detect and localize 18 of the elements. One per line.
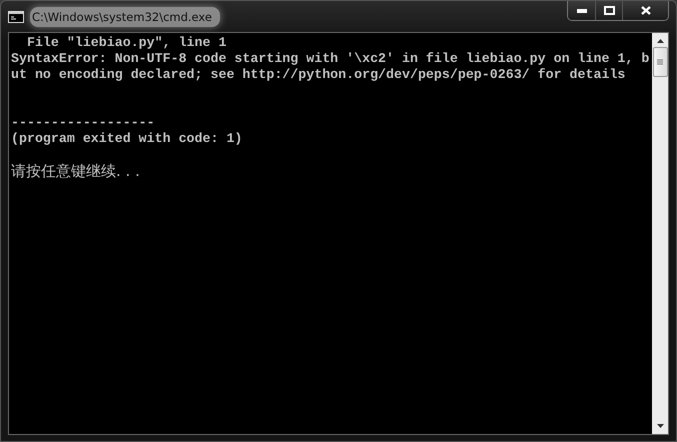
console-line: (program exited with code: 1) bbox=[11, 131, 244, 147]
console-icon bbox=[8, 10, 24, 22]
console-line: 请按任意键继续. . . bbox=[11, 163, 141, 179]
console-line: ut no encoding declared; see http://python.org/dev/peps/pep-0263/ for details bbox=[11, 67, 626, 83]
minimize-button[interactable] bbox=[568, 1, 595, 20]
close-button[interactable] bbox=[622, 1, 668, 20]
window-title: C:\Windows\system32\cmd.exe bbox=[30, 6, 220, 26]
console-line: SyntaxError: Non-UTF-8 code starting with '\xc2' in file liebiao.py on line 1, b bbox=[11, 51, 650, 67]
scroll-up-icon[interactable] bbox=[656, 39, 664, 43]
scroll-thumb[interactable] bbox=[652, 47, 668, 77]
maximize-button[interactable] bbox=[595, 1, 622, 20]
scroll-down-icon[interactable] bbox=[656, 424, 664, 428]
console-line: File "liebiao.py", line 1 bbox=[26, 35, 228, 51]
maximize-icon bbox=[604, 6, 614, 15]
close-icon bbox=[640, 6, 650, 15]
scrollbar[interactable] bbox=[652, 33, 668, 434]
console-line: ------------------ bbox=[11, 115, 156, 131]
minimize-icon bbox=[576, 8, 586, 12]
